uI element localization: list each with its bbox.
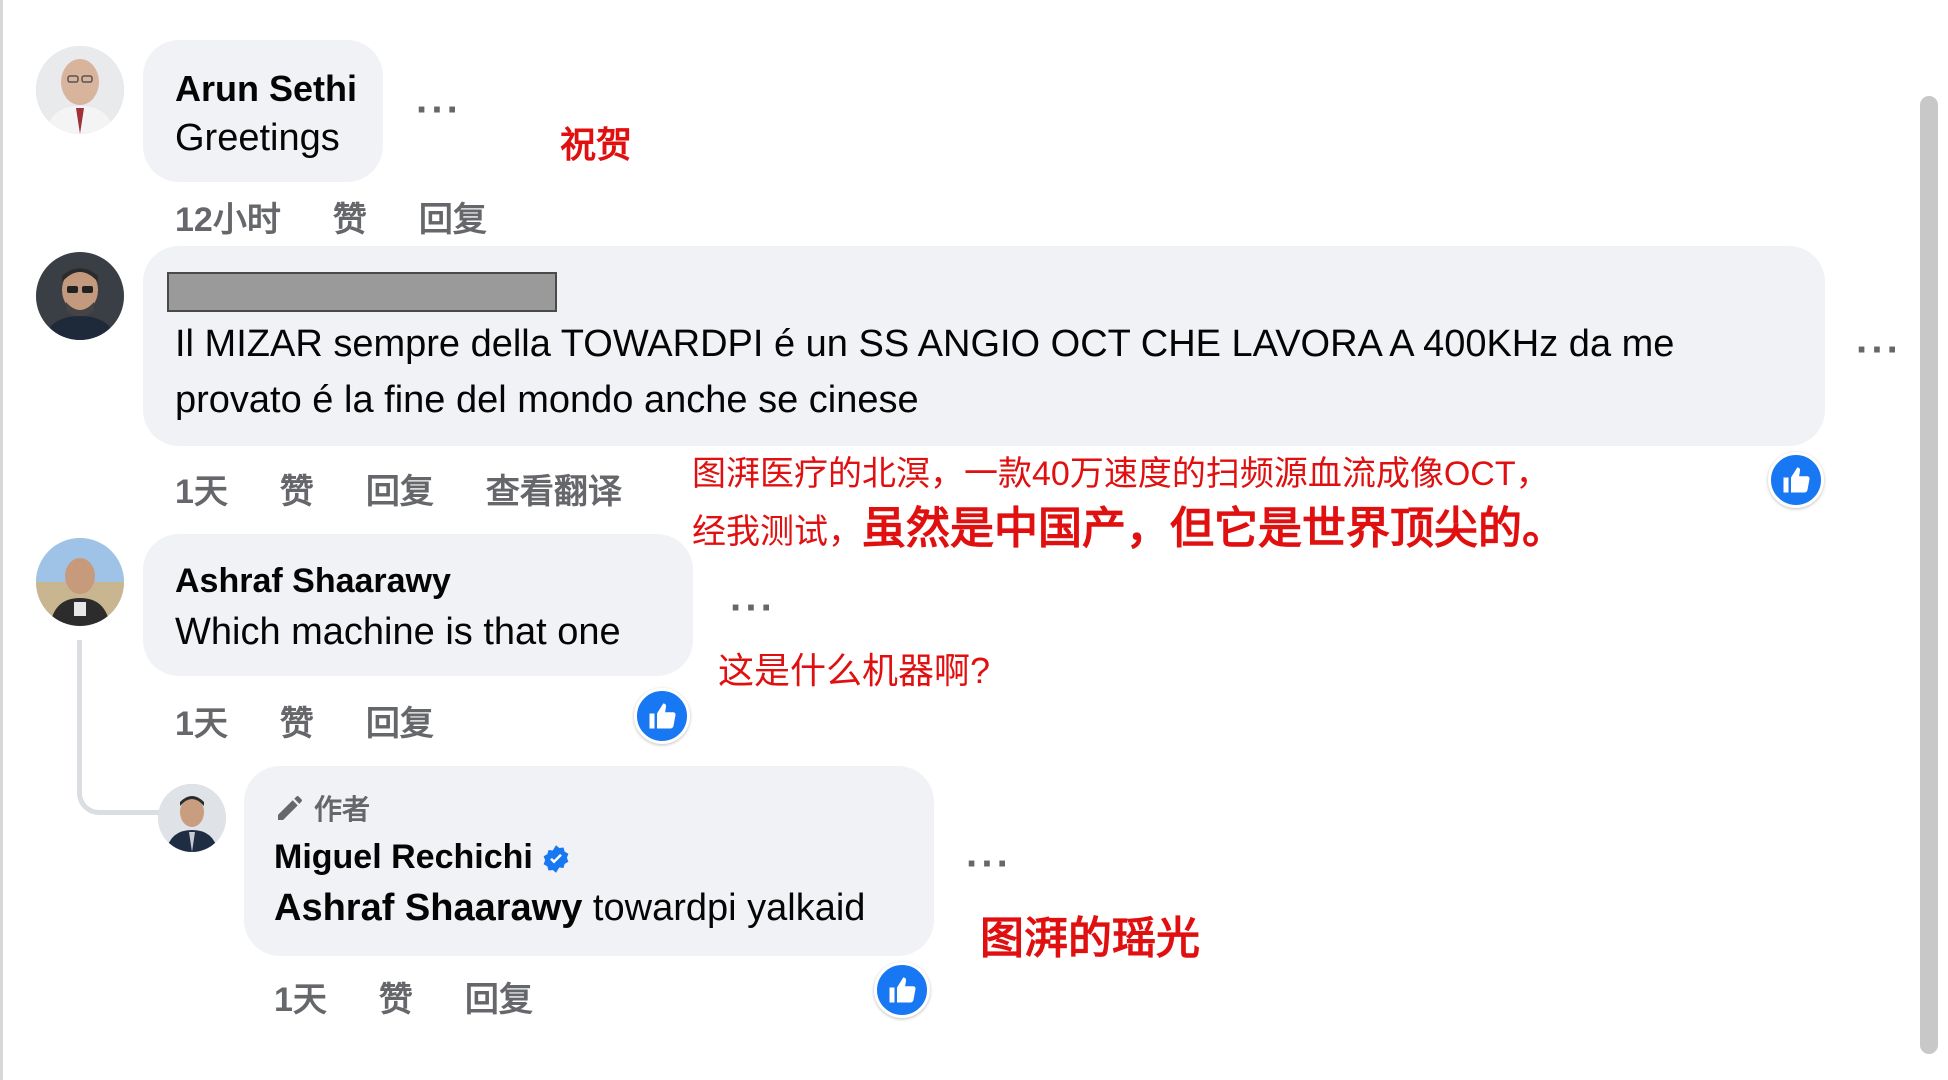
comment-author-name[interactable]: Arun Sethi	[175, 68, 357, 110]
like-icon	[1783, 467, 1810, 493]
left-border	[0, 0, 3, 1080]
like-button[interactable]: 赞	[280, 696, 314, 745]
more-options-icon[interactable]: ···	[1856, 330, 1902, 370]
comment-actions: 1天 赞 回复	[175, 696, 486, 745]
more-options-icon[interactable]: ···	[966, 844, 1012, 884]
annotation-translation-line1: 图湃医疗的北溟，一款40万速度的扫频源血流成像OCT，	[692, 455, 1550, 493]
pencil-icon	[278, 796, 302, 820]
like-button[interactable]: 赞	[379, 972, 413, 1021]
reply-button[interactable]: 回复	[419, 192, 487, 241]
comment-text: Greetings	[175, 117, 340, 159]
see-translation-link[interactable]: 查看翻译	[486, 464, 622, 513]
avatar-arun-sethi[interactable]	[36, 46, 124, 134]
like-icon	[889, 977, 916, 1003]
more-options-icon[interactable]: ···	[416, 90, 462, 130]
comment-text-line2: provato é la fine del mondo anche se cin…	[175, 379, 919, 421]
more-options-icon[interactable]: ···	[730, 588, 776, 628]
comment-actions: 12小时 赞 回复	[175, 192, 539, 241]
annotation-product-name: 图湃的瑶光	[980, 914, 1200, 963]
like-button[interactable]: 赞	[333, 192, 367, 241]
annotation-translation-line2: 经我测试，虽然是中国产，但它是世界顶尖的。	[692, 492, 1566, 556]
comment-timestamp[interactable]: 1天	[175, 464, 228, 513]
comment-text: Which machine is that one	[175, 611, 621, 653]
vertical-scrollbar[interactable]	[1920, 96, 1938, 1054]
avatar-ashraf-shaarawy[interactable]	[36, 538, 124, 626]
comment-text-line1: Il MIZAR sempre della TOWARDPI é un SS A…	[175, 323, 1675, 365]
redacted-author-name	[167, 272, 557, 312]
author-tag-label: 作者	[314, 794, 371, 825]
verified-badge-icon	[543, 845, 569, 873]
comment-author-name[interactable]: Ashraf Shaarawy	[175, 562, 451, 601]
comment-actions: 1天 赞 回复	[274, 972, 585, 1021]
reply-text-body: towardpi yalkaid	[582, 887, 866, 929]
mentioned-user[interactable]: Ashraf Shaarawy	[274, 887, 582, 929]
like-button[interactable]: 赞	[280, 464, 314, 513]
reply-button[interactable]: 回复	[366, 696, 434, 745]
comment-timestamp[interactable]: 1天	[175, 696, 228, 745]
comment-actions: 1天 赞 回复 查看翻译	[175, 464, 674, 513]
annotation-translation-prefix: 经我测试，	[692, 513, 862, 551]
author-tag: 作者	[274, 788, 370, 828]
annotation-congrats: 祝贺	[560, 124, 633, 165]
reply-author-name[interactable]: Miguel Rechichi	[274, 838, 533, 876]
annotation-translation-emphasis: 虽然是中国产，但它是世界顶尖的。	[862, 504, 1566, 553]
like-reaction-badge[interactable]	[634, 688, 690, 744]
like-reaction-badge[interactable]	[1768, 452, 1824, 508]
avatar-redacted-user[interactable]	[36, 252, 124, 340]
reply-thread-connector	[77, 640, 159, 815]
comment-timestamp[interactable]: 12小时	[175, 192, 281, 241]
reply-button[interactable]: 回复	[465, 972, 533, 1021]
comment-author-name[interactable]: Miguel Rechichi	[274, 838, 571, 877]
reply-button[interactable]: 回复	[366, 464, 434, 513]
reply-text: Ashraf Shaarawy towardpi yalkaid	[274, 880, 865, 936]
annotation-question: 这是什么机器啊?	[718, 650, 991, 691]
comment-timestamp[interactable]: 1天	[274, 972, 327, 1021]
avatar-miguel-rechichi[interactable]	[158, 784, 226, 852]
like-reaction-badge[interactable]	[874, 962, 930, 1018]
like-icon	[649, 703, 676, 729]
